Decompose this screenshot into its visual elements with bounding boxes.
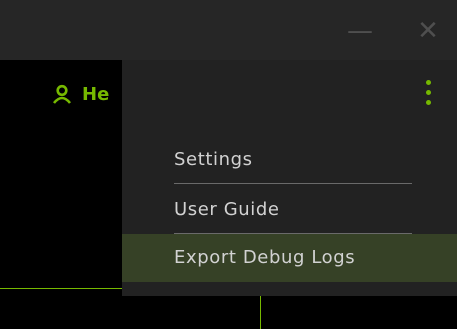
menu-item-settings[interactable]: Settings: [122, 136, 457, 184]
user-name: He: [82, 83, 110, 105]
title-bar: — ✕: [0, 0, 457, 60]
close-button[interactable]: ✕: [413, 16, 443, 46]
menu-item-label: Export Debug Logs: [174, 247, 356, 268]
panel-divider-vertical: [260, 296, 261, 329]
menu-separator: [174, 183, 412, 184]
menu-item-label: User Guide: [174, 199, 280, 220]
user-account[interactable]: He: [52, 80, 109, 108]
dropdown-menu: Settings User Guide Export Debug Logs: [122, 60, 457, 296]
menu-item-user-guide[interactable]: User Guide: [122, 186, 457, 234]
kebab-menu-icon[interactable]: [419, 77, 439, 109]
user-icon: [52, 84, 72, 104]
app-window: — ✕ He Settings User Guide Export Debug …: [0, 0, 457, 329]
menu-item-export-debug-logs[interactable]: Export Debug Logs: [122, 234, 457, 282]
minimize-button[interactable]: —: [345, 16, 375, 46]
menu-item-label: Settings: [174, 149, 253, 170]
panel-divider-horizontal: [0, 288, 125, 289]
